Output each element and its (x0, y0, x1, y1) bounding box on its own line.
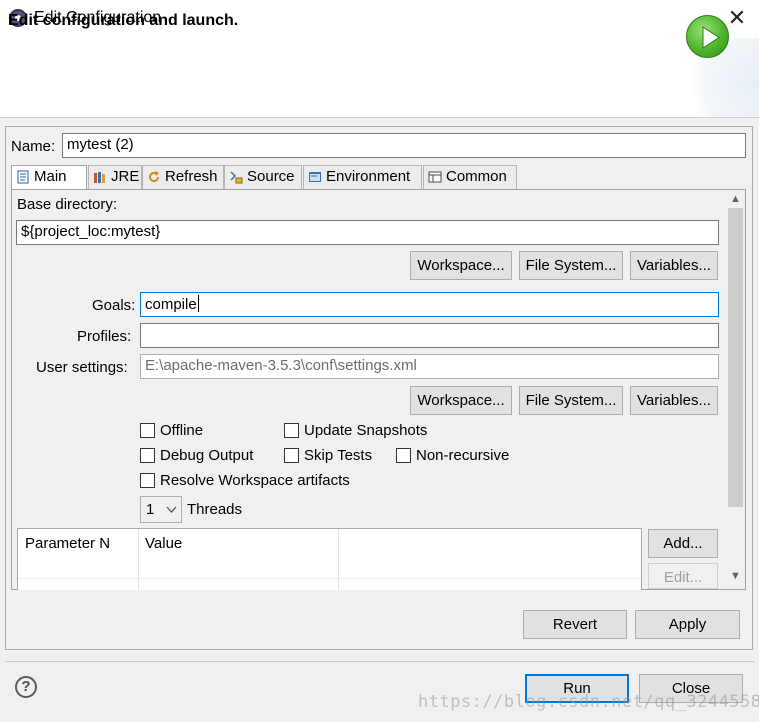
goals-label: Goals: (92, 297, 136, 314)
tab-source[interactable]: Source (224, 165, 302, 189)
offline-checkbox[interactable] (140, 423, 155, 438)
tab-common[interactable]: Common (423, 165, 517, 189)
tab-source-label: Source (247, 168, 295, 185)
name-field[interactable]: mytest (2) (62, 133, 746, 158)
debug-output-label: Debug Output (160, 447, 254, 464)
watermark: https://blog.csdn.net/qq_32445581 (418, 692, 759, 712)
profiles-label: Profiles: (77, 328, 132, 345)
offline-label: Offline (160, 422, 204, 439)
chevron-down-icon (166, 506, 177, 513)
tab-jre-label: JRE (111, 168, 140, 185)
threads-select[interactable]: 1 (140, 496, 182, 523)
parameters-table[interactable] (17, 528, 642, 590)
help-icon[interactable]: ? (15, 676, 37, 698)
refresh-icon (149, 171, 160, 183)
scroll-up-arrow[interactable]: ▲ (726, 193, 745, 205)
resolve-workspace-checkbox[interactable] (140, 473, 155, 488)
scroll-down-arrow[interactable]: ▼ (726, 570, 745, 582)
tab-jre[interactable]: JRE (88, 165, 142, 189)
goals-field[interactable]: compile (140, 292, 719, 317)
footer-separator (5, 661, 754, 662)
column-header-parameter[interactable]: Parameter N (25, 535, 110, 552)
user-settings-label: User settings: (36, 359, 128, 376)
add-parameter-button[interactable]: Add... (648, 529, 718, 558)
scrollbar-thumb[interactable] (728, 208, 743, 507)
settings-variables-button[interactable]: Variables... (630, 386, 718, 415)
debug-output-checkbox[interactable] (140, 448, 155, 463)
threads-select-value: 1 (146, 501, 155, 518)
profiles-field[interactable] (140, 323, 719, 348)
tab-refresh-label: Refresh (165, 168, 218, 185)
source-icon (230, 171, 243, 184)
skip-tests-checkbox[interactable] (284, 448, 299, 463)
update-snapshots-label: Update Snapshots (304, 422, 428, 439)
skip-tests-label: Skip Tests (304, 447, 373, 464)
tab-refresh[interactable]: Refresh (142, 165, 224, 189)
settings-workspace-button[interactable]: Workspace... (410, 386, 512, 415)
tab-environment-label: Environment (326, 168, 411, 185)
column-header-value[interactable]: Value (145, 535, 182, 552)
apply-button[interactable]: Apply (635, 610, 740, 639)
header-title: Edit configuration and launch. (8, 12, 239, 29)
tab-common-label: Common (446, 168, 507, 185)
library-icon (94, 172, 105, 183)
tab-main[interactable]: Main (11, 165, 87, 189)
base-file-system-button[interactable]: File System... (519, 251, 623, 280)
tab-main-label: Main (34, 168, 67, 185)
common-icon (428, 171, 442, 183)
tab-environment[interactable]: Environment (303, 165, 422, 189)
column-divider (138, 529, 139, 590)
non-recursive-label: Non-recursive (416, 447, 510, 464)
resolve-workspace-label: Resolve Workspace artifacts (160, 472, 350, 489)
environment-icon (309, 172, 321, 182)
update-snapshots-checkbox[interactable] (284, 423, 299, 438)
goals-value: compile (145, 296, 197, 313)
row-divider (18, 578, 641, 579)
edit-parameter-button[interactable]: Edit... (648, 563, 718, 589)
non-recursive-checkbox[interactable] (396, 448, 411, 463)
threads-label: Threads (187, 501, 243, 518)
settings-file-system-button[interactable]: File System... (519, 386, 623, 415)
name-label: Name: (11, 138, 56, 155)
dialog-header (0, 38, 759, 118)
revert-button[interactable]: Revert (523, 610, 627, 639)
user-settings-field[interactable]: E:\apache-maven-3.5.3\conf\settings.xml (140, 354, 719, 379)
base-variables-button[interactable]: Variables... (630, 251, 718, 280)
base-directory-label: Base directory: (17, 196, 118, 213)
text-caret (197, 295, 199, 312)
column-divider (338, 529, 339, 590)
base-directory-field[interactable]: ${project_loc:mytest} (16, 220, 719, 245)
document-icon (17, 170, 29, 184)
base-workspace-button[interactable]: Workspace... (410, 251, 512, 280)
run-launch-icon (686, 15, 729, 58)
